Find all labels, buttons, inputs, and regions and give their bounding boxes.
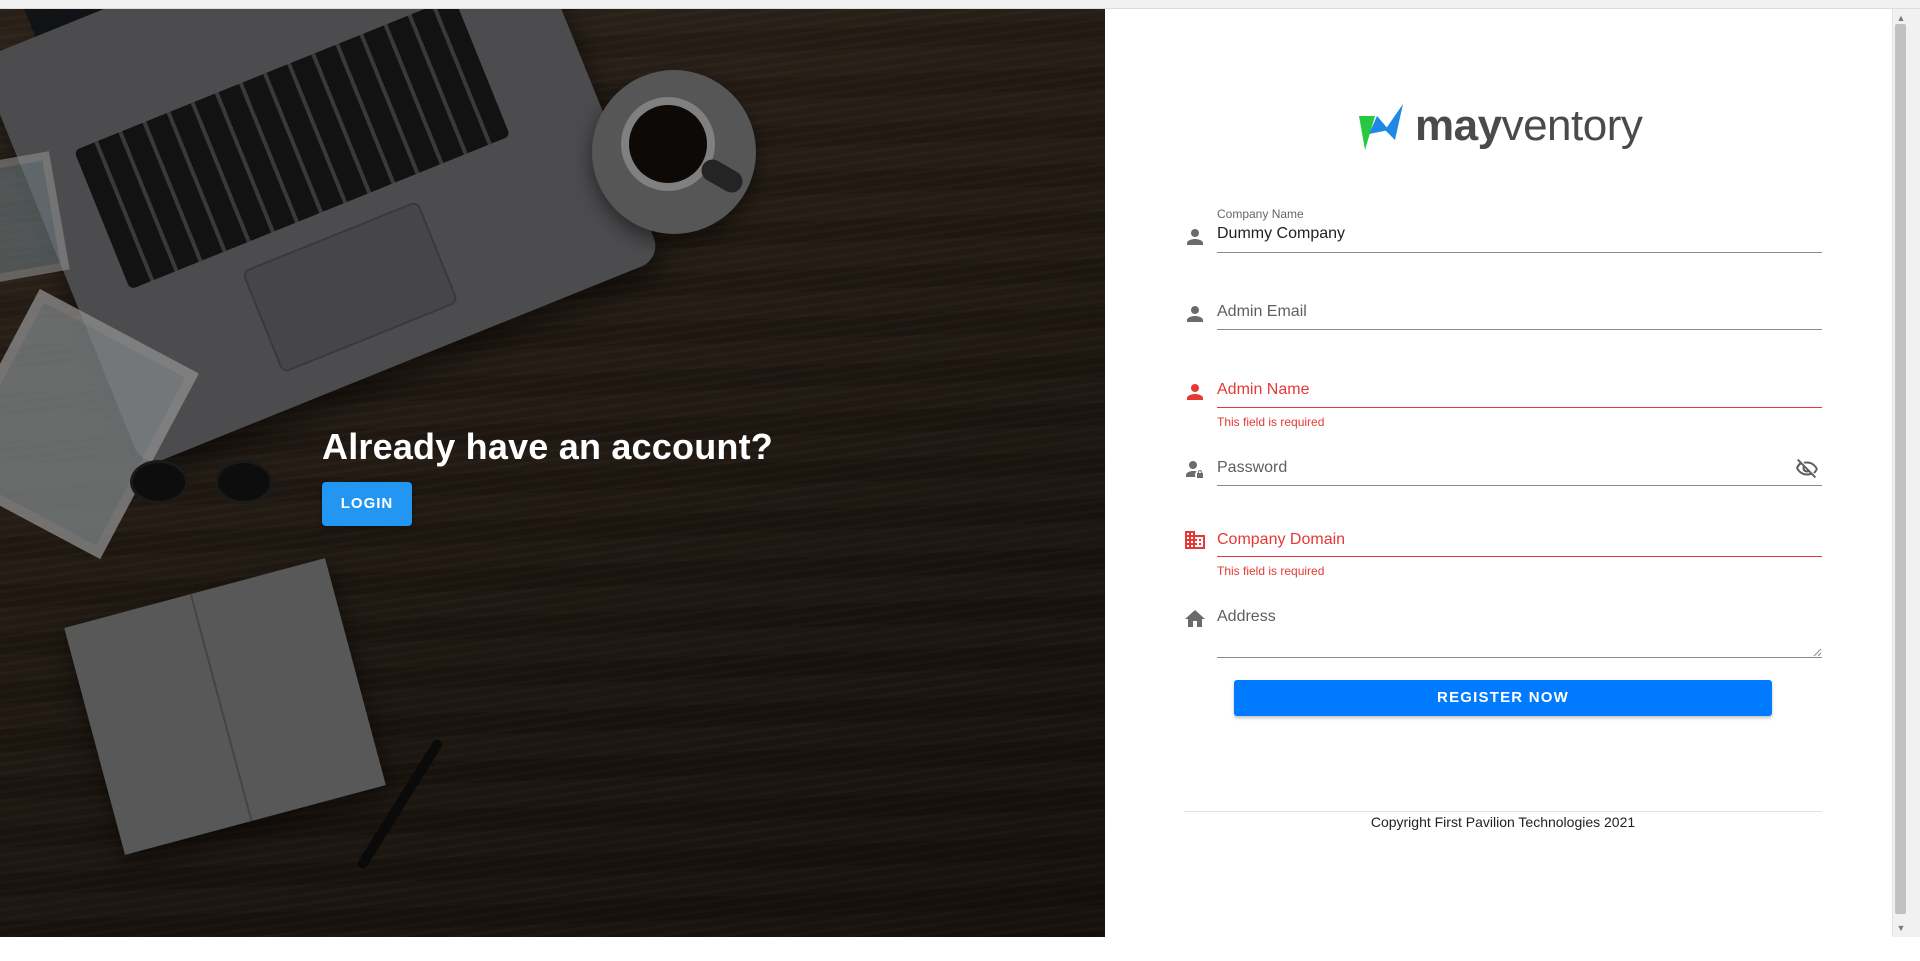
scrollbar-thumb[interactable] xyxy=(1895,24,1906,914)
browser-top-edge xyxy=(0,0,1920,9)
resize-handle-icon[interactable] xyxy=(1812,647,1822,657)
logo-text: mayventory xyxy=(1415,101,1643,151)
admin-name-field[interactable]: Admin Name This field is required xyxy=(1183,374,1823,430)
address-underline xyxy=(1217,657,1822,658)
login-cta: Already have an account? LOGIN xyxy=(322,426,773,526)
register-now-button[interactable]: REGISTER NOW xyxy=(1234,680,1772,716)
password-placeholder: Password xyxy=(1217,459,1288,476)
mayventory-logo: mayventory xyxy=(1355,100,1643,152)
admin-name-error: This field is required xyxy=(1217,415,1325,429)
scroll-down-arrow-icon[interactable]: ▼ xyxy=(1893,920,1909,936)
company-domain-underline xyxy=(1217,556,1822,557)
person-icon xyxy=(1187,384,1203,400)
eye-off-icon[interactable] xyxy=(1795,457,1819,481)
company-domain-error: This field is required xyxy=(1217,564,1325,578)
admin-name-placeholder: Admin Name xyxy=(1217,381,1310,398)
company-name-label: Company Name xyxy=(1217,207,1304,221)
login-button[interactable]: LOGIN xyxy=(322,482,412,526)
footer-divider xyxy=(1184,811,1822,812)
company-name-field[interactable]: Company Name Dummy Company xyxy=(1183,205,1823,255)
admin-name-underline xyxy=(1217,407,1822,408)
person-icon xyxy=(1187,306,1203,322)
company-domain-placeholder: Company Domain xyxy=(1217,531,1346,548)
company-domain-field[interactable]: Company Domain This field is required xyxy=(1183,522,1823,578)
logo-text-bold: may xyxy=(1415,101,1502,150)
company-name-underline xyxy=(1217,252,1822,253)
building-icon xyxy=(1185,531,1205,549)
home-icon xyxy=(1185,610,1205,627)
logo-text-regular: ventory xyxy=(1501,101,1643,150)
hero-panel: Already have an account? LOGIN xyxy=(0,9,1105,937)
copyright-text: Copyright First Pavilion Technologies 20… xyxy=(1370,814,1636,830)
address-placeholder: Address xyxy=(1217,608,1276,625)
address-field[interactable]: Address xyxy=(1183,600,1823,660)
password-field[interactable]: Password xyxy=(1183,452,1823,488)
company-name-value[interactable]: Dummy Company xyxy=(1217,225,1345,243)
admin-email-placeholder: Admin Email xyxy=(1217,303,1307,320)
logo-mark-icon xyxy=(1359,104,1403,150)
person-lock-icon xyxy=(1186,461,1203,478)
admin-email-underline xyxy=(1217,329,1822,330)
hero-heading: Already have an account? xyxy=(322,426,773,467)
admin-email-field[interactable]: Admin Email xyxy=(1183,296,1823,332)
password-underline xyxy=(1217,485,1822,486)
person-icon xyxy=(1187,229,1203,245)
page-bottom-edge xyxy=(0,937,1892,961)
